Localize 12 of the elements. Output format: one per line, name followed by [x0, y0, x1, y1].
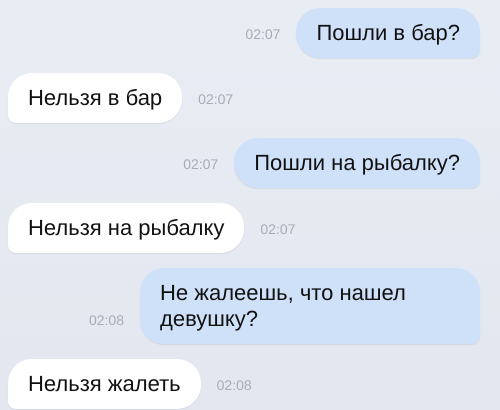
- received-message: Нельзя в бар: [8, 73, 182, 123]
- message-time: 02:08: [216, 377, 252, 393]
- sent-message: Не жалеешь, что нашел девушку?: [140, 268, 480, 344]
- message-time: 02:07: [198, 91, 234, 107]
- message-time: 02:07: [245, 26, 280, 42]
- message-time: 02:07: [183, 156, 218, 172]
- received-message: Нельзя на рыбалку: [8, 203, 244, 253]
- sent-message: Пошли на рыбалку?: [234, 138, 480, 188]
- sent-message: Пошли в бар?: [296, 8, 480, 58]
- received-message: Нельзя жалеть: [8, 359, 201, 409]
- message-time: 02:08: [88, 312, 124, 328]
- message-time: 02:07: [260, 221, 296, 237]
